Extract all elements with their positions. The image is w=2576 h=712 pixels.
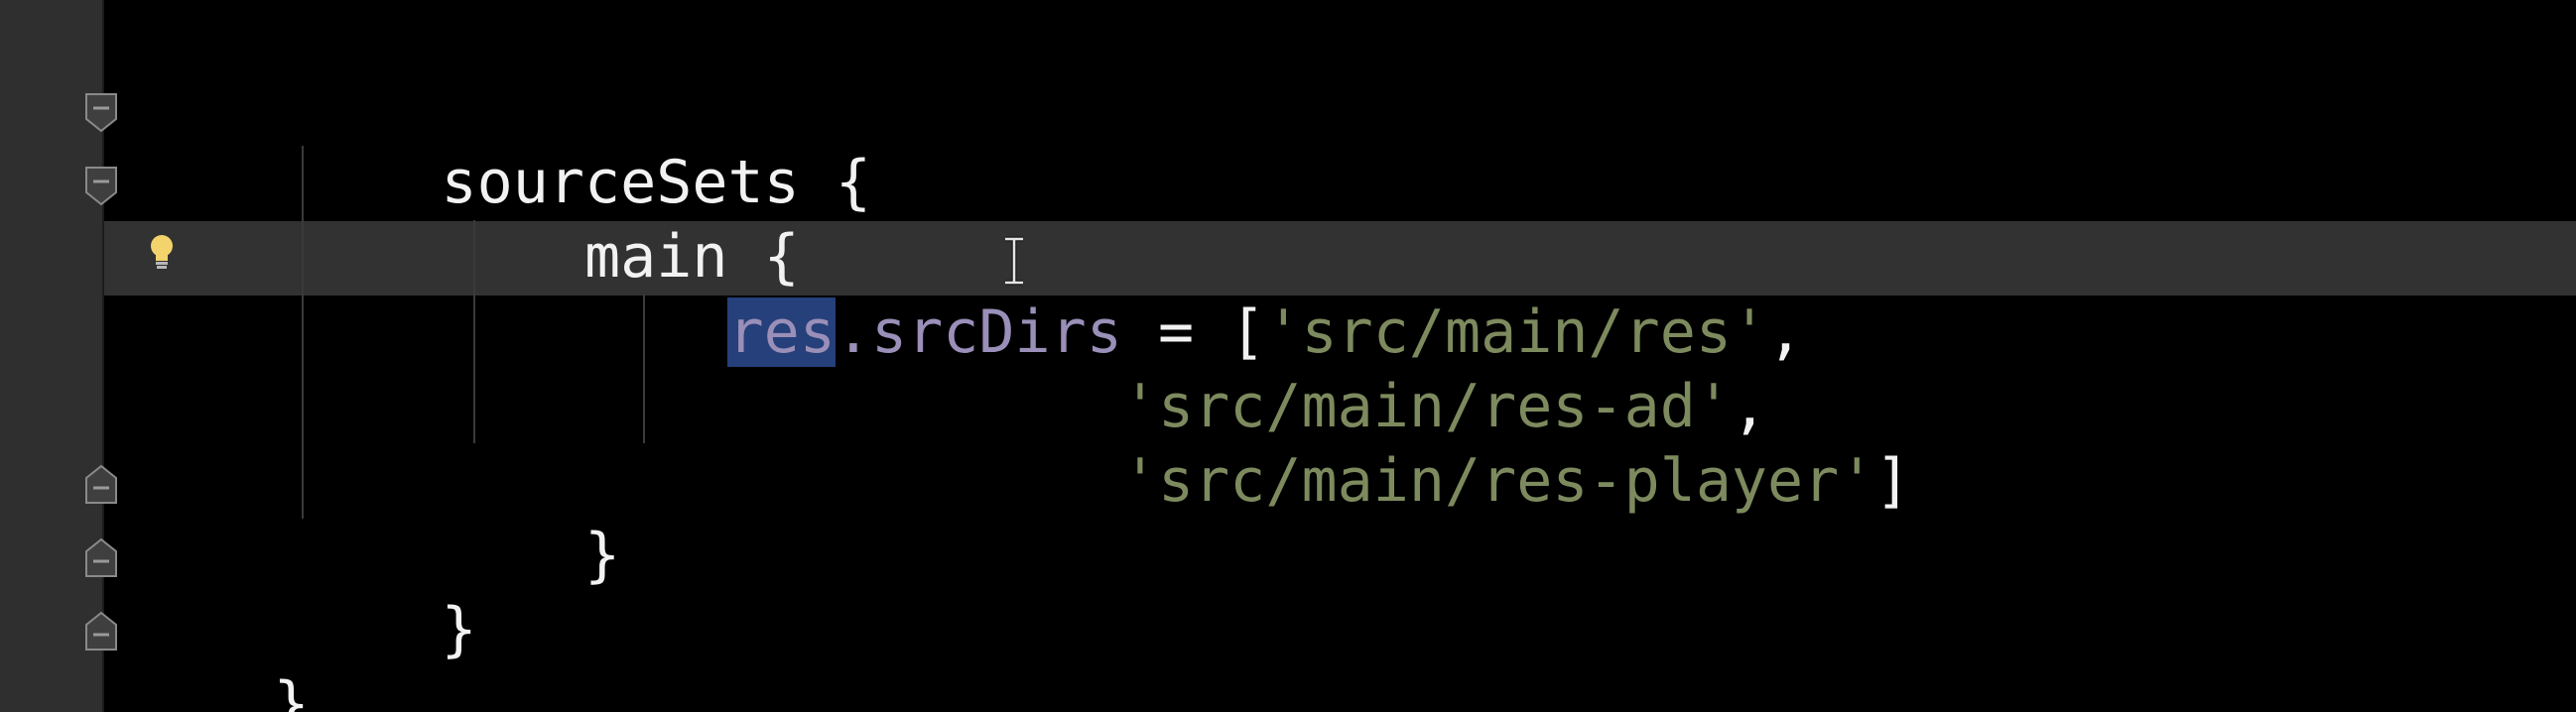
punctuation: , [1767,297,1804,367]
code-line[interactable]: } [298,444,620,590]
code-text: } [441,595,477,664]
fold-marker-icon[interactable] [83,462,119,506]
fold-marker-icon[interactable] [83,609,119,653]
lightbulb-icon[interactable] [147,233,177,273]
code-line[interactable]: } [298,519,477,664]
code-editor[interactable]: sourceSets { main { res.srcDirs = ['src/… [0,0,2576,712]
code-line[interactable]: 'src/main/res-ad', [298,296,1767,441]
fold-marker-icon[interactable] [83,91,119,135]
code-line-current[interactable]: res.srcDirs = ['src/main/res', [298,221,1803,367]
text-cursor-icon [1005,236,1023,286]
code-line[interactable]: main { [298,146,800,292]
code-text: } [584,521,621,590]
fold-marker-icon[interactable] [83,535,119,579]
code-line[interactable]: 'src/main/res-player'] [298,370,1911,516]
code-line[interactable]: } [130,593,310,712]
fold-marker-icon[interactable] [83,165,119,208]
string-literal: 'src/main/res-player' [1121,446,1875,516]
code-line[interactable]: sourceSets { [298,71,871,217]
punctuation: ] [1874,446,1911,516]
code-text: } [273,669,310,712]
